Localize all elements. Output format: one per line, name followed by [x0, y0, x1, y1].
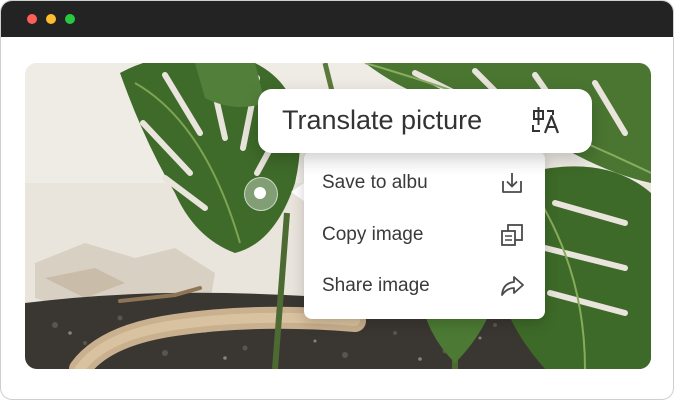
window-titlebar — [1, 1, 673, 37]
menu-item-label: Share image — [322, 275, 430, 296]
translate-picture-button[interactable]: Translate picture — [258, 89, 592, 153]
translate-icon — [530, 105, 562, 137]
download-icon — [499, 170, 525, 196]
maximize-window-button[interactable] — [65, 14, 75, 24]
menu-item-label: Save to albu — [322, 172, 428, 193]
share-icon — [499, 273, 525, 299]
menu-pointer — [291, 183, 304, 201]
image-context-menu: Save to albu Copy image Share image — [304, 151, 545, 319]
save-to-album-menu-item[interactable]: Save to albu — [304, 158, 545, 208]
minimize-window-button[interactable] — [46, 14, 56, 24]
touch-point-dot — [254, 187, 266, 199]
browser-window: Save to albu Copy image Share image Tran… — [0, 0, 674, 400]
copy-icon — [499, 222, 525, 248]
close-window-button[interactable] — [27, 14, 37, 24]
menu-item-label: Copy image — [322, 224, 424, 245]
share-image-menu-item[interactable]: Share image — [304, 261, 545, 311]
translate-picture-label: Translate picture — [282, 104, 483, 135]
copy-image-menu-item[interactable]: Copy image — [304, 210, 545, 260]
